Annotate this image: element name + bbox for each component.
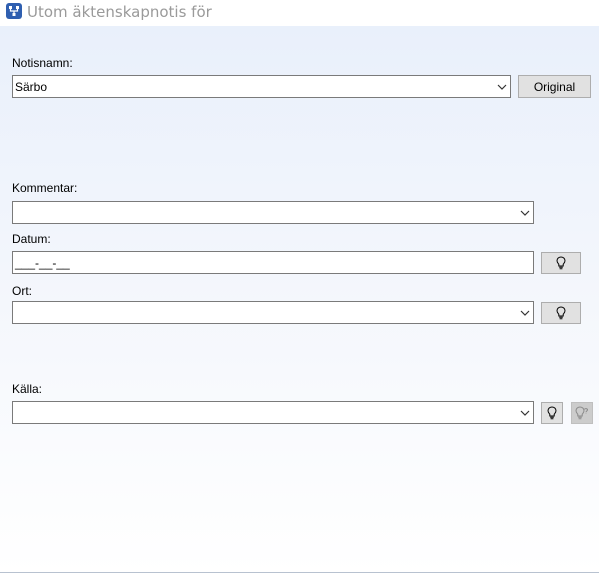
family-tree-app-icon — [6, 3, 22, 19]
kalla-combobox[interactable] — [12, 401, 534, 424]
datum-label: Datum: — [12, 232, 51, 246]
original-button-label: Original — [533, 80, 576, 94]
title-bar: Utom äktenskapnotis för — [0, 0, 599, 26]
datum-value: ___-__-__ — [15, 256, 70, 270]
ort-label: Ort: — [12, 284, 32, 298]
kommentar-combobox[interactable] — [12, 201, 534, 224]
kommentar-label: Kommentar: — [12, 181, 78, 195]
ort-combobox[interactable] — [12, 301, 534, 324]
notisnamn-combobox[interactable]: Särbo — [12, 75, 511, 98]
chevron-down-icon — [520, 410, 530, 416]
lightbulb-icon — [556, 256, 566, 270]
lightbulb-icon — [547, 406, 557, 420]
notisnamn-value: Särbo — [15, 80, 48, 94]
kalla-label: Källa: — [12, 382, 43, 396]
datum-hint-button[interactable] — [541, 252, 581, 274]
notisnamn-label: Notisnamn: — [12, 56, 73, 70]
kalla-hint-button[interactable] — [541, 402, 563, 424]
chevron-down-icon — [497, 84, 507, 90]
dialog-content — [0, 26, 599, 574]
ort-hint-button[interactable] — [541, 302, 581, 324]
original-button[interactable]: Original — [518, 75, 591, 98]
window-title: Utom äktenskapnotis för — [27, 3, 212, 21]
lightbulb-icon — [556, 306, 566, 320]
bottom-border — [0, 572, 599, 573]
lightbulb-question-icon — [575, 406, 589, 420]
datum-input[interactable]: ___-__-__ — [12, 251, 534, 274]
kalla-hint-disabled-button[interactable] — [571, 402, 593, 424]
chevron-down-icon — [520, 310, 530, 316]
chevron-down-icon — [520, 210, 530, 216]
